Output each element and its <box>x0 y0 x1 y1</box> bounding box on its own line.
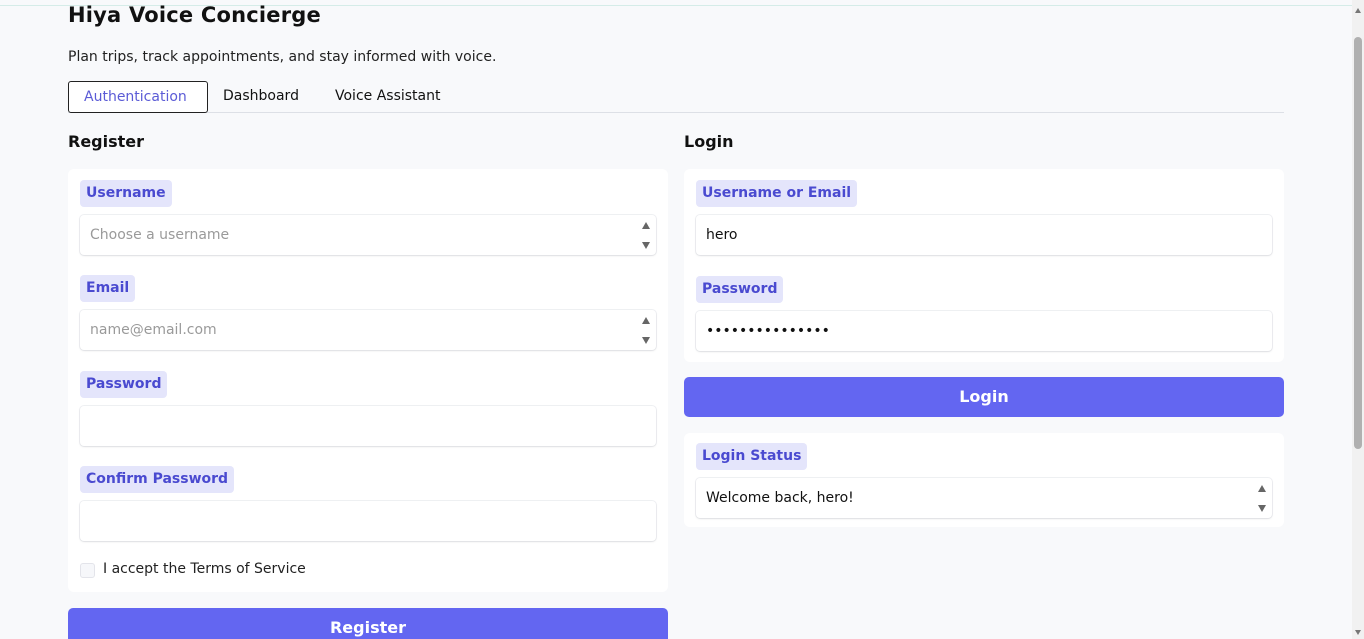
scroll-up-icon[interactable] <box>642 317 650 324</box>
scroll-down-icon[interactable] <box>642 242 650 249</box>
register-card: Username Email Password Confirm Password… <box>68 169 668 592</box>
tab-authentication[interactable]: Authentication <box>68 81 208 113</box>
password-input[interactable] <box>80 406 656 446</box>
username-input[interactable] <box>80 215 656 255</box>
confirm-password-label: Confirm Password <box>80 466 235 493</box>
scroll-up-icon[interactable] <box>642 222 650 229</box>
tab-voice-assistant[interactable]: Voice Assistant <box>320 81 456 113</box>
tab-bar: Authentication Dashboard Voice Assistant <box>68 81 1284 113</box>
login-status-value: Welcome back, hero! <box>706 490 854 506</box>
login-button[interactable]: Login <box>684 377 1284 417</box>
login-status-field: Welcome back, hero! <box>696 478 1272 518</box>
login-password-label: Password <box>696 276 784 303</box>
register-title: Register <box>68 132 145 151</box>
login-card: Username or Email Password <box>684 169 1284 362</box>
terms-checkbox[interactable] <box>80 563 95 578</box>
username-label: Username <box>80 180 172 207</box>
password-label: Password <box>80 371 168 398</box>
username-field <box>80 215 656 255</box>
email-input[interactable] <box>80 310 656 350</box>
tab-dashboard[interactable]: Dashboard <box>208 81 314 113</box>
register-button[interactable]: Register <box>68 608 668 639</box>
login-password-field <box>696 311 1272 351</box>
login-status-card: Login Status Welcome back, hero! <box>684 433 1284 527</box>
email-field <box>80 310 656 350</box>
confirm-password-field <box>80 501 656 541</box>
page-scrollbar[interactable] <box>1352 0 1364 639</box>
username-or-email-label: Username or Email <box>696 180 858 207</box>
app-subtitle: Plan trips, track appointments, and stay… <box>68 49 497 65</box>
login-password-input[interactable] <box>696 311 1272 351</box>
scroll-down-icon[interactable] <box>642 337 650 344</box>
terms-label: I accept the Terms of Service <box>103 561 306 577</box>
login-username-field <box>696 215 1272 255</box>
scrollbar-down-arrow-icon[interactable] <box>1355 630 1361 635</box>
login-status-label: Login Status <box>696 443 808 470</box>
email-label: Email <box>80 275 136 302</box>
login-username-input[interactable] <box>696 215 1272 255</box>
app-container: Hiya Voice Concierge Plan trips, track a… <box>68 0 1284 639</box>
scroll-up-icon[interactable] <box>1258 485 1266 492</box>
login-title: Login <box>684 132 734 151</box>
scrollbar-up-arrow-icon[interactable] <box>1355 8 1361 13</box>
scrollbar-thumb[interactable] <box>1354 37 1362 449</box>
confirm-password-input[interactable] <box>80 501 656 541</box>
app-title: Hiya Voice Concierge <box>68 3 321 27</box>
password-field <box>80 406 656 446</box>
scroll-down-icon[interactable] <box>1258 505 1266 512</box>
